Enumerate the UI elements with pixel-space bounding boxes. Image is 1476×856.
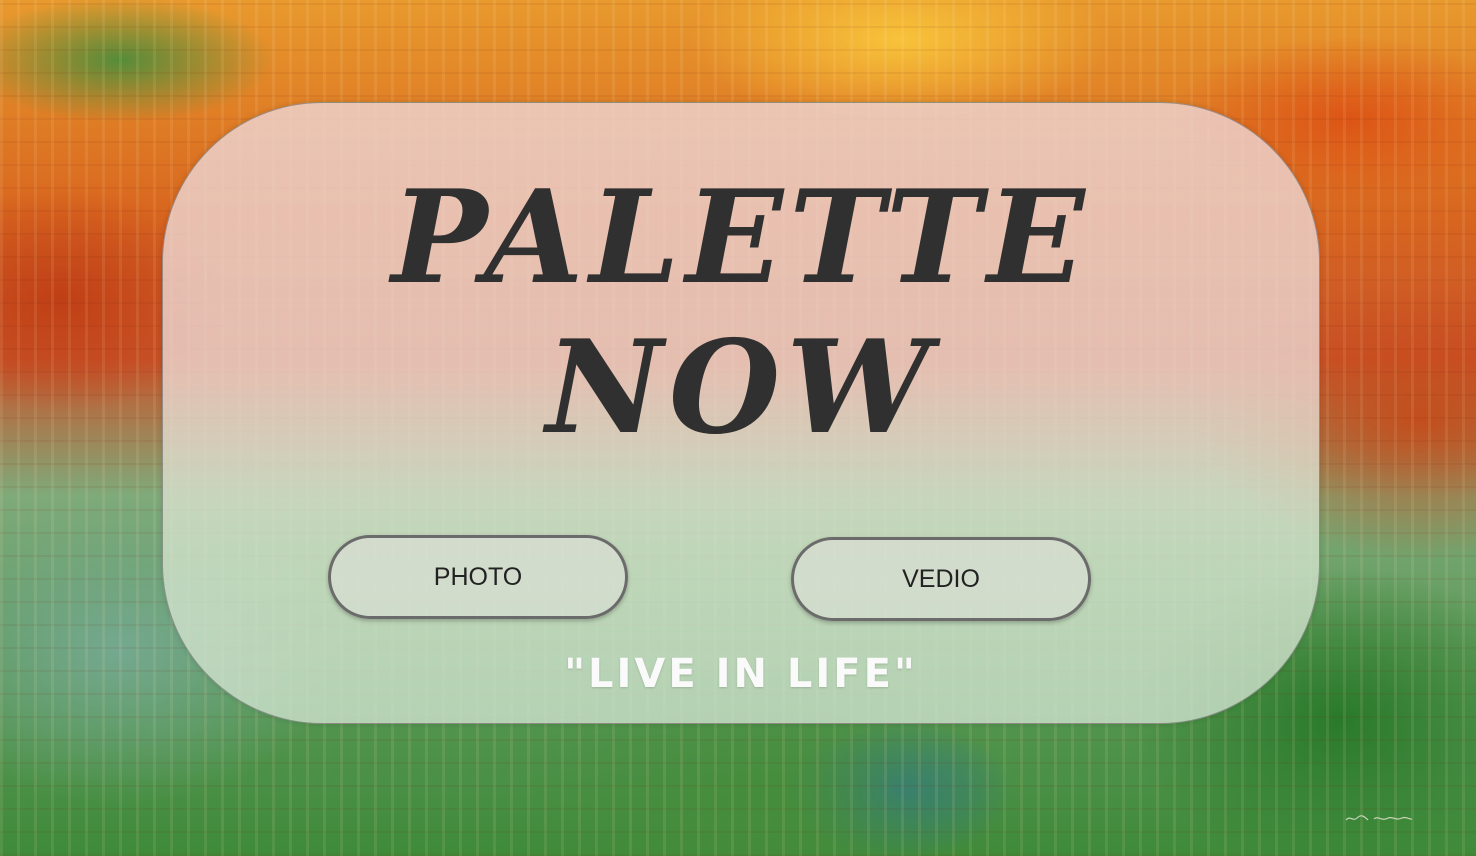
- site-title-line-1: PALETTE: [391, 163, 1091, 313]
- site-title: PALETTE NOW: [163, 163, 1319, 463]
- video-button[interactable]: VEDIO: [791, 537, 1091, 621]
- hero-card: PALETTE NOW PHOTO VEDIO "LIVE IN LIFE": [162, 102, 1320, 724]
- site-title-line-2: NOW: [545, 313, 937, 463]
- tagline: "LIVE IN LIFE": [564, 651, 918, 697]
- photo-button[interactable]: PHOTO: [328, 535, 628, 619]
- artist-signature: [1345, 815, 1413, 821]
